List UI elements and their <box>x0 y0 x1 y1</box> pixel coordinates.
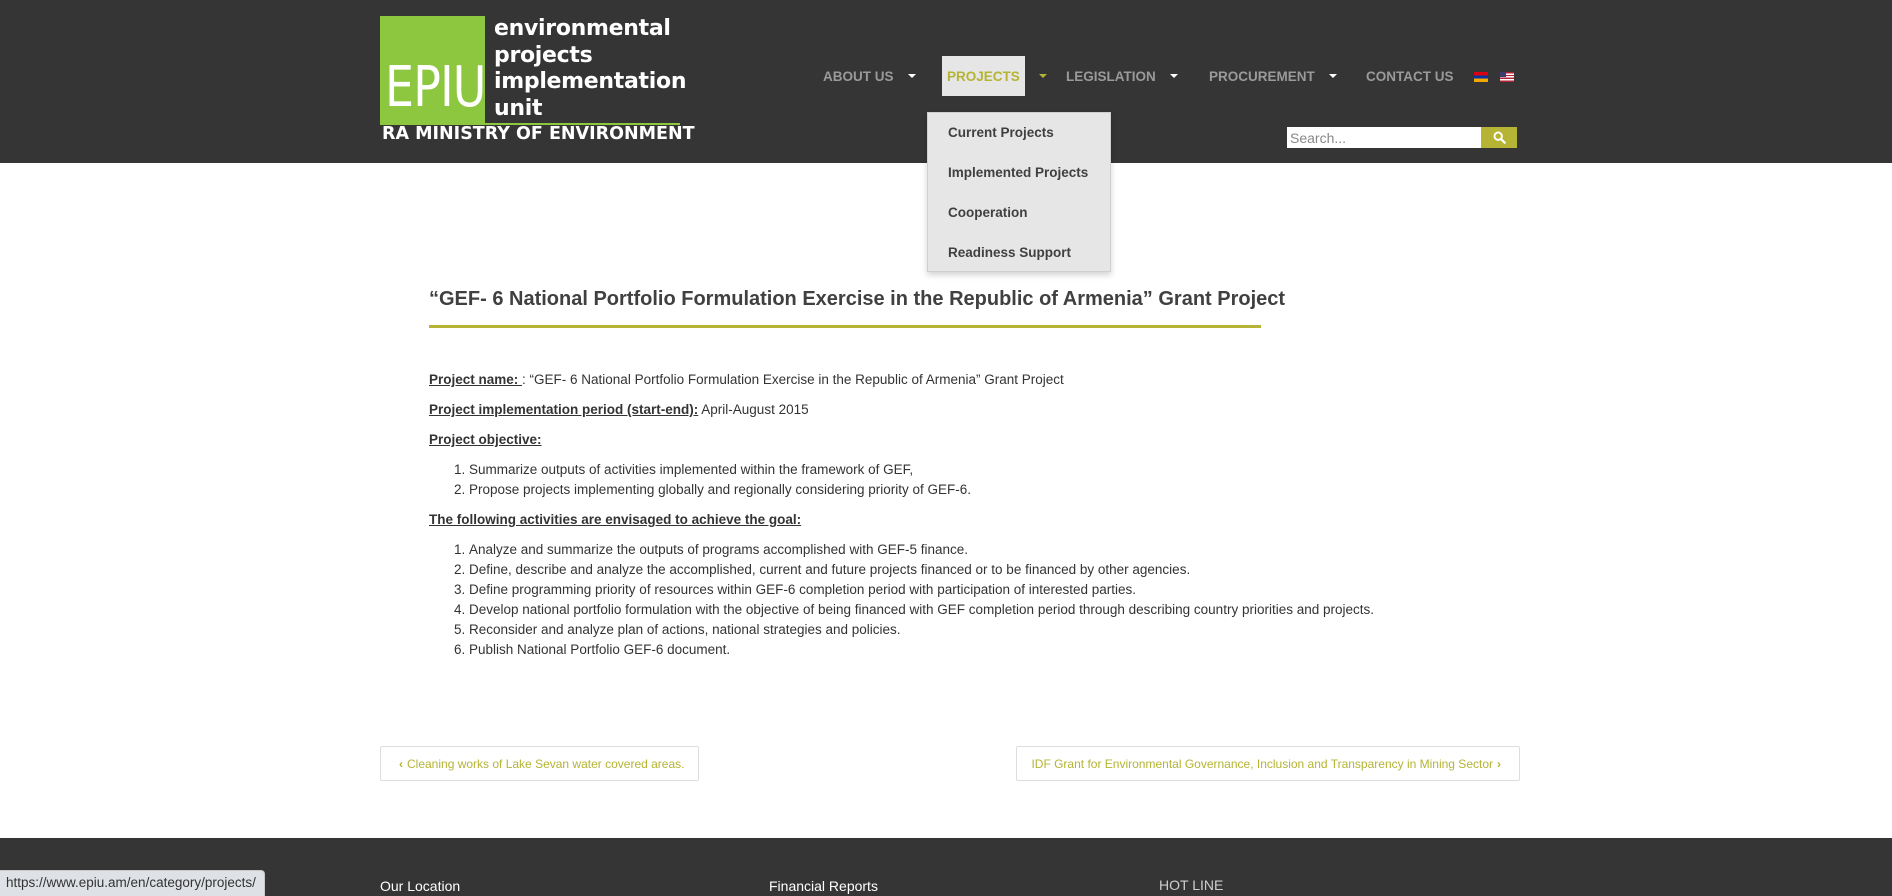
project-name-label: Project name: <box>429 372 523 387</box>
us-flag-icon[interactable] <box>1500 72 1514 82</box>
list-item: Define programming priority of resources… <box>469 580 1374 600</box>
page-title: “GEF- 6 National Portfolio Formulation E… <box>429 288 1286 310</box>
nav-about-us[interactable]: ABOUT US <box>823 56 916 96</box>
activities-label: The following activities are envisaged t… <box>429 512 802 527</box>
nav-projects[interactable]: PROJECTS <box>942 56 1047 96</box>
nav-label: ABOUT US <box>823 68 894 84</box>
logo-word: environmental <box>494 16 671 41</box>
caret-down-icon <box>1328 74 1337 78</box>
site-footer <box>0 838 1892 896</box>
nav-procurement[interactable]: PROCUREMENT <box>1209 56 1337 96</box>
project-name-value: : “GEF- 6 National Portfolio Formulation… <box>522 372 1064 387</box>
nav-label: CONTACT US <box>1366 68 1454 84</box>
activities-list: Analyze and summarize the outputs of pro… <box>454 540 1374 660</box>
projects-dropdown-menu: Current Projects Implemented Projects Co… <box>927 112 1111 272</box>
menu-item-cooperation[interactable]: Cooperation <box>948 205 1028 220</box>
footer-heading-location: Our Location <box>380 878 461 894</box>
list-item: Develop national portfolio formulation w… <box>469 600 1374 620</box>
list-item: Publish National Portfolio GEF-6 documen… <box>469 640 1374 660</box>
chevron-right-icon: › <box>1497 756 1501 771</box>
nav-label: LEGISLATION <box>1066 68 1156 84</box>
caret-down-icon <box>907 74 916 78</box>
site-logo[interactable]: EPIU environmental projects implementati… <box>380 16 695 144</box>
objective-label: Project objective: <box>429 432 542 447</box>
logo-ministry: RA MINISTRY OF ENVIRONMENT <box>382 124 695 144</box>
logo-wordmark: environmental projects implementation un… <box>494 16 686 122</box>
list-item: Summarize outputs of activities implemen… <box>469 460 971 480</box>
logo-word: projects <box>494 42 593 68</box>
list-item: Analyze and summarize the outputs of pro… <box>469 540 1374 560</box>
objectives-list: Summarize outputs of activities implemen… <box>454 460 971 500</box>
search-button[interactable] <box>1481 127 1517 148</box>
project-name-field: Project name: : “GEF- 6 National Portfol… <box>429 372 1064 387</box>
title-underline <box>429 325 1261 328</box>
search-input[interactable] <box>1287 127 1481 148</box>
footer-heading-financial-reports: Financial Reports <box>769 878 878 894</box>
nav-label: PROJECTS <box>947 68 1020 84</box>
chevron-left-icon: ‹ <box>399 756 403 771</box>
period-field: Project implementation period (start-end… <box>429 402 809 417</box>
footer-heading-hot-line: HOT LINE <box>1159 877 1224 893</box>
menu-item-current-projects[interactable]: Current Projects <box>948 125 1054 140</box>
list-item: Reconsider and analyze plan of actions, … <box>469 620 1374 640</box>
armenian-flag-icon[interactable] <box>1474 72 1488 82</box>
previous-post-link[interactable]: ‹ Cleaning works of Lake Sevan water cov… <box>380 746 699 781</box>
browser-status-url: https://www.epiu.am/en/category/projects… <box>0 870 265 896</box>
next-post-link[interactable]: IDF Grant for Environmental Governance, … <box>1016 746 1520 781</box>
menu-item-readiness-support[interactable]: Readiness Support <box>948 245 1071 260</box>
search-form <box>1287 127 1517 148</box>
menu-item-implemented-projects[interactable]: Implemented Projects <box>948 165 1088 180</box>
caret-down-icon <box>1169 74 1178 78</box>
nav-contact-us[interactable]: CONTACT US <box>1366 56 1454 96</box>
logo-word: implementation <box>494 69 687 94</box>
activities-field: The following activities are envisaged t… <box>429 512 801 527</box>
logo-badge: EPIU <box>380 16 486 123</box>
period-label: Project implementation period (start-end… <box>429 402 699 417</box>
logo-word: unit <box>494 95 543 121</box>
period-value: April-August 2015 <box>698 402 809 417</box>
next-post-title: IDF Grant for Environmental Governance, … <box>1031 756 1493 771</box>
list-item: Propose projects implementing globally a… <box>469 480 971 500</box>
nav-legislation[interactable]: LEGISLATION <box>1066 56 1178 96</box>
logo-badge-text: EPIU <box>385 55 486 120</box>
objective-field: Project objective: <box>429 432 542 447</box>
previous-post-title: Cleaning works of Lake Sevan water cover… <box>407 756 685 771</box>
nav-label: PROCUREMENT <box>1209 68 1315 84</box>
search-icon <box>1493 131 1506 144</box>
list-item: Define, describe and analyze the accompl… <box>469 560 1374 580</box>
caret-down-icon <box>1038 74 1047 78</box>
